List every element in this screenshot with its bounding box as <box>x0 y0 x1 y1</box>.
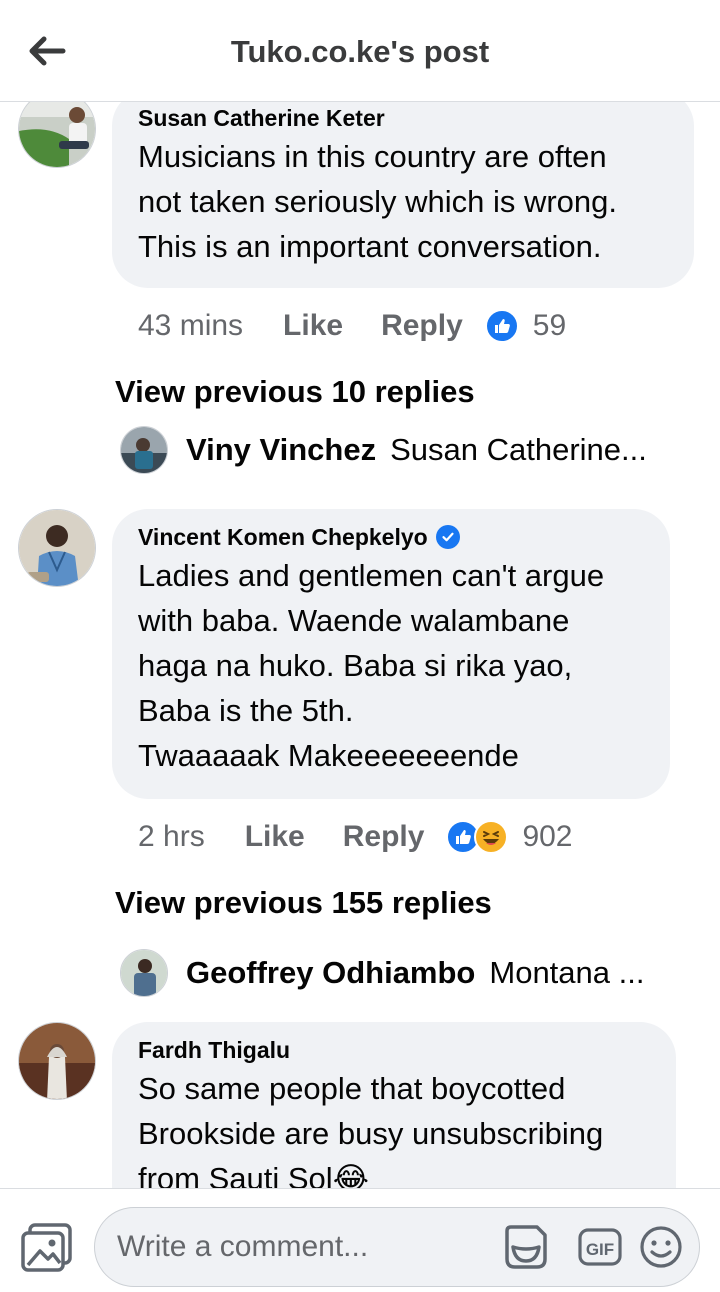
reply-author: Viny Vinchez <box>186 432 377 467</box>
comment-text: So same people that boycotted Brookside … <box>138 1071 604 1188</box>
reactions-summary[interactable] <box>484 309 519 343</box>
view-previous-replies[interactable]: View previous 155 replies <box>115 885 492 921</box>
gif-button[interactable]: GIF <box>577 1224 623 1270</box>
avatar-image <box>19 510 95 586</box>
reply-snippet: Susan Catherine... <box>390 432 647 467</box>
comment-bubble[interactable]: Vincent Komen Chepkelyo Ladies and gentl… <box>112 509 670 799</box>
reply-author: Geoffrey Odhiambo <box>186 955 476 990</box>
emoji-icon <box>640 1226 682 1268</box>
verified-badge-icon <box>435 525 460 549</box>
comment-bubble[interactable]: Susan Catherine Keter Musicians in this … <box>112 102 694 288</box>
avatar[interactable] <box>120 426 168 474</box>
svg-text:GIF: GIF <box>586 1240 614 1259</box>
avatar[interactable] <box>18 102 96 168</box>
haha-reaction-icon <box>474 820 509 854</box>
avatar-image <box>19 102 95 167</box>
comment-author[interactable]: Fardh Thigalu <box>138 1036 650 1064</box>
comment-actions: 2 hrs Like Reply 902 <box>138 817 573 857</box>
comment-author[interactable]: Susan Catherine Keter <box>138 104 668 132</box>
add-photo-button[interactable] <box>20 1221 74 1273</box>
comment-text: Musicians in this country are often not … <box>138 139 618 264</box>
reactions-summary[interactable] <box>446 820 509 854</box>
reply-button[interactable]: Reply <box>381 309 463 343</box>
gif-icon: GIF <box>578 1228 622 1266</box>
top-bar: Tuko.co.ke's post <box>0 0 720 102</box>
avatar[interactable] <box>18 1022 96 1100</box>
emoji-button[interactable] <box>637 1223 685 1271</box>
comment-text: Ladies and gentlemen can't argue with ba… <box>138 558 605 773</box>
comment-composer: Write a comment... GIF <box>0 1188 720 1292</box>
view-previous-replies[interactable]: View previous 10 replies <box>115 374 475 410</box>
comment-bubble[interactable]: Fardh Thigalu So same people that boycot… <box>112 1022 676 1188</box>
comments-feed[interactable]: Susan Catherine Keter Musicians in this … <box>0 102 720 1188</box>
comment-input[interactable]: Write a comment... GIF <box>94 1207 700 1287</box>
avatar-image <box>19 1023 95 1099</box>
sticker-button[interactable] <box>499 1221 551 1273</box>
reply-preview[interactable]: Geoffrey Odhiambo Montana ... <box>120 949 644 997</box>
page-title: Tuko.co.ke's post <box>230 34 490 69</box>
reply-button[interactable]: Reply <box>343 820 425 854</box>
comment-placeholder: Write a comment... <box>117 1230 369 1263</box>
comment-time[interactable]: 43 mins <box>138 309 243 343</box>
avatar[interactable] <box>18 509 96 587</box>
comment-actions: 43 mins Like Reply 59 <box>138 306 566 346</box>
reaction-count: 59 <box>532 309 567 342</box>
reply-preview[interactable]: Viny Vinchez Susan Catherine... <box>120 426 647 474</box>
comment-author[interactable]: Vincent Komen Chepkelyo <box>138 523 644 551</box>
author-name[interactable]: Susan Catherine Keter <box>138 104 385 132</box>
like-reaction-icon <box>484 309 519 343</box>
comment-time[interactable]: 2 hrs <box>138 820 205 854</box>
reply-snippet: Montana ... <box>489 955 645 990</box>
author-name[interactable]: Vincent Komen Chepkelyo <box>138 523 428 551</box>
like-button[interactable]: Like <box>245 820 305 854</box>
avatar[interactable] <box>120 949 168 997</box>
like-button[interactable]: Like <box>283 309 343 343</box>
author-name[interactable]: Fardh Thigalu <box>138 1036 290 1064</box>
reaction-count: 902 <box>522 820 573 853</box>
sticker-icon <box>505 1225 547 1269</box>
app-root: Tuko.co.ke's post Susan Catherine Keter <box>0 0 720 1292</box>
photo-icon <box>21 1223 72 1272</box>
